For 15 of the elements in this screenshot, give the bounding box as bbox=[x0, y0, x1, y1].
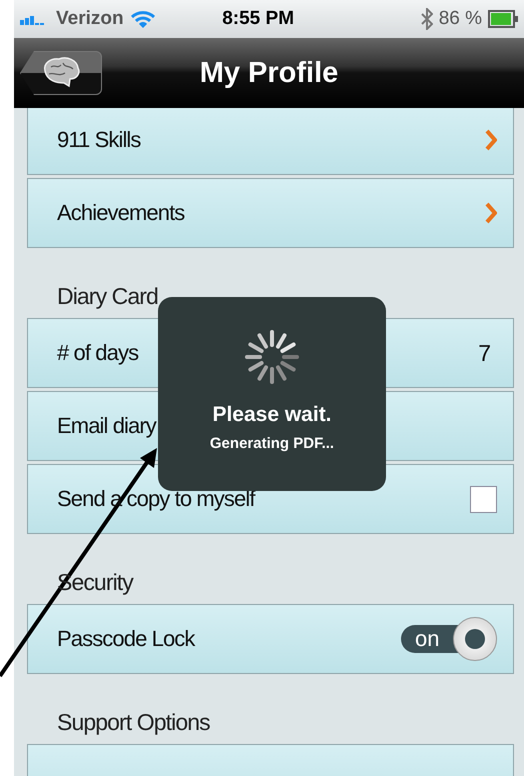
section-header: Support Options bbox=[57, 709, 210, 736]
section-header: Diary Card bbox=[57, 283, 158, 310]
overlay-message: Generating PDF... bbox=[210, 435, 334, 452]
row-value: 7 bbox=[478, 340, 491, 366]
row-label: # of days bbox=[57, 340, 138, 366]
carrier-name: Verizon bbox=[56, 8, 124, 30]
row-label: Email diary bbox=[57, 413, 156, 439]
row-label: Achievements bbox=[57, 200, 184, 226]
screen-title: My Profile bbox=[198, 56, 340, 90]
overlay-title: Please wait. bbox=[212, 403, 332, 427]
row-label: Send a copy to myself bbox=[57, 486, 255, 512]
status-time: 8:55 PM bbox=[221, 8, 296, 30]
battery-percent: 86 % bbox=[438, 8, 482, 30]
row-label: Passcode Lock bbox=[57, 626, 194, 652]
row-label: 911 Skills bbox=[57, 127, 141, 153]
